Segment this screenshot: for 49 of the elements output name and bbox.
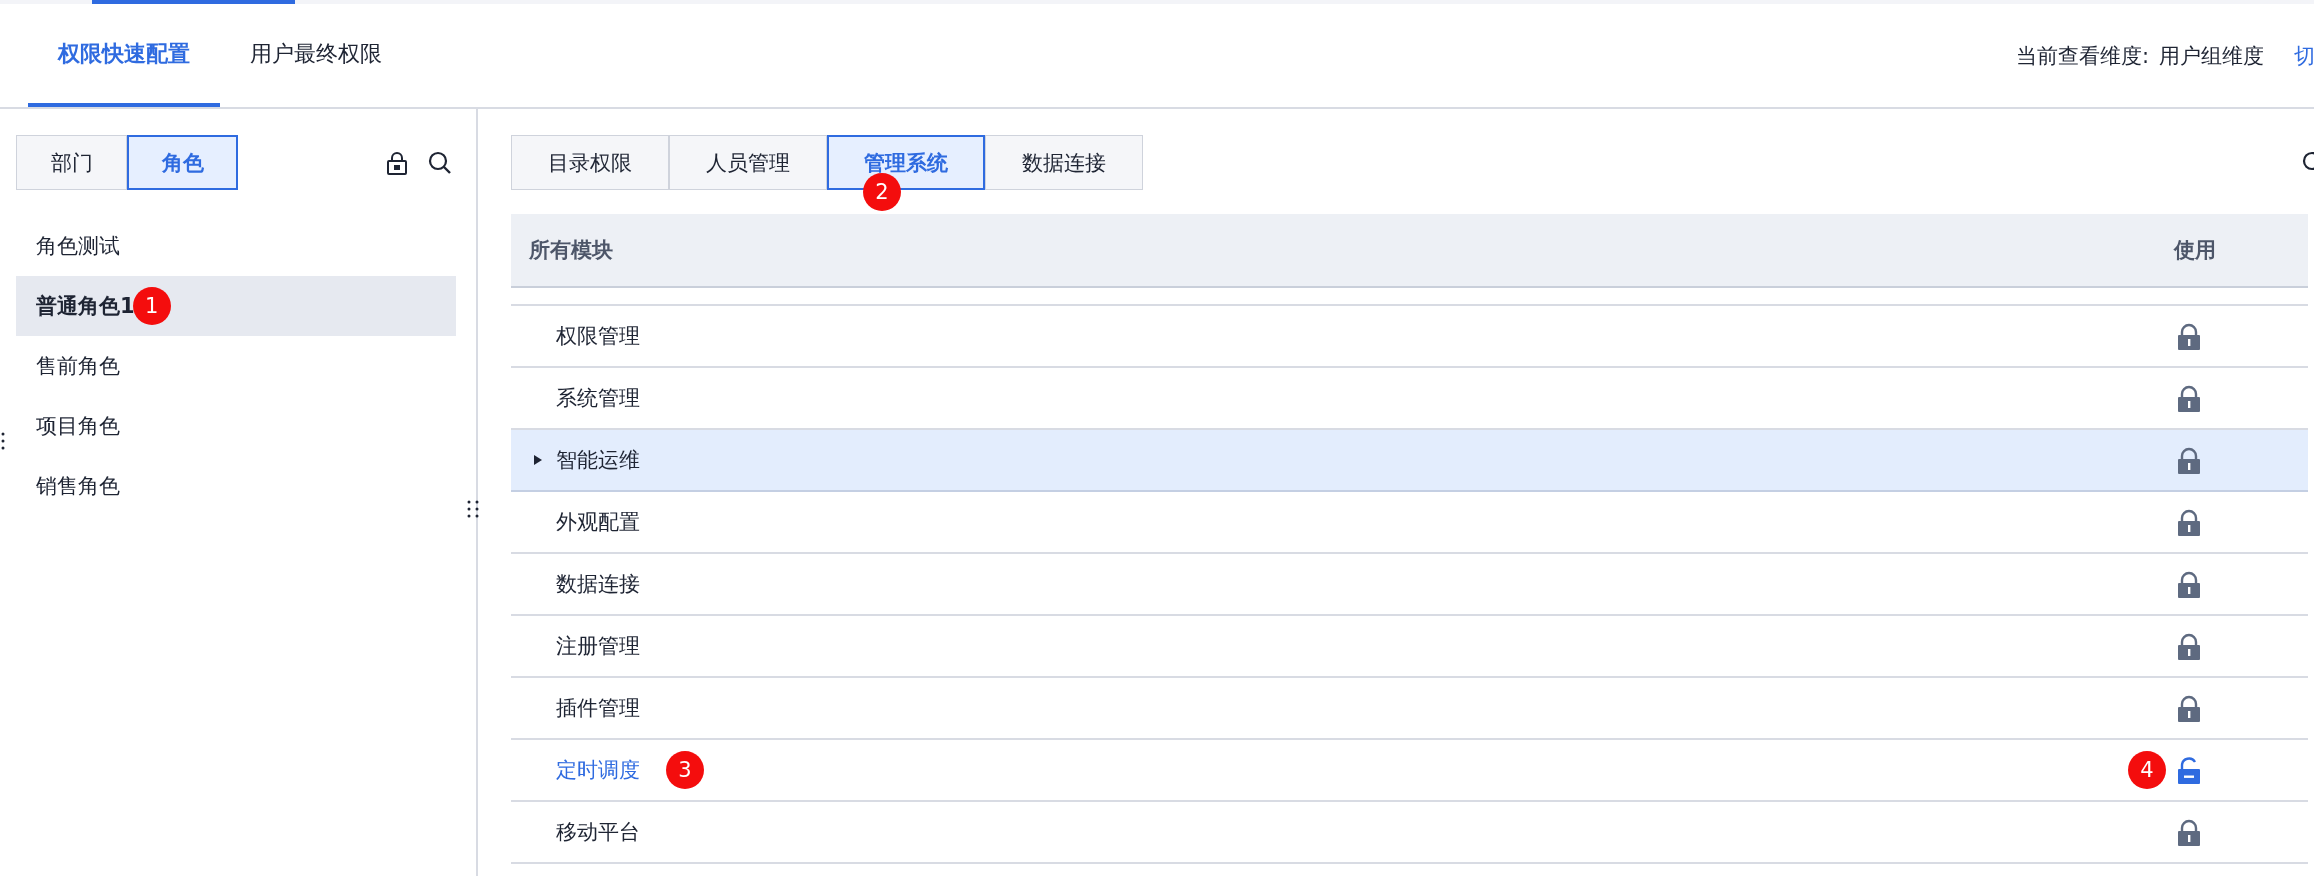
table-row[interactable]: 插件管理 [511,678,2308,740]
role-item[interactable]: 项目角色 [16,396,456,456]
drag-handle-icon[interactable] [0,431,6,451]
role-name: 销售角色 [36,473,120,500]
tab[interactable]: 目录权限 [511,135,669,190]
module-name: 系统管理 [556,385,640,412]
module-name: 移动平台 [556,819,640,846]
table-row[interactable]: 外观配置 [511,492,2308,554]
column-header: 使用 [2174,237,2216,264]
module-name: 权限管理 [556,323,640,350]
module-name: 注册管理 [556,633,640,660]
table-row[interactable]: 移动平台 [511,802,2308,864]
table-row[interactable]: 数据连接 [511,554,2308,616]
step-badge: 4 [2128,751,2166,789]
segment-button[interactable]: 部门 [16,135,127,190]
module-name: 插件管理 [556,695,640,722]
module-name: 定时调度 [556,757,640,784]
drag-handle-icon[interactable] [466,499,480,519]
switch-link[interactable]: 切 [2294,41,2314,70]
tab[interactable]: 用户最终权限 [220,4,412,107]
tab[interactable]: 人员管理 [669,135,827,190]
dimension-value: 用户组维度 [2159,42,2264,70]
role-name: 项目角色 [36,413,120,440]
role-name: 售前角色 [36,353,120,380]
table-row[interactable]: 注册管理 [511,616,2308,678]
column-header: 所有模块 [529,237,613,264]
table-row[interactable]: 定时调度 3 4 [511,740,2308,802]
module-name: 外观配置 [556,509,640,536]
table-row[interactable]: 智能运维 [511,430,2308,492]
role-name: 普通角色1 [36,293,135,320]
tab[interactable]: 权限快速配置 [28,4,220,107]
dimension-label: 当前查看维度: [2015,42,2149,70]
module-name: 数据连接 [556,571,640,598]
table-row[interactable]: 权限管理 [511,306,2308,368]
expand-arrow-icon[interactable] [533,454,543,466]
role-item[interactable]: 售前角色 [16,336,456,396]
role-item[interactable]: 普通角色1 1 [16,276,456,336]
role-item[interactable]: 角色测试 [16,216,456,276]
search-icon[interactable] [428,150,452,175]
step-badge: 3 [666,751,704,789]
step-badge: 2 [863,173,901,211]
tab[interactable]: 数据连接 [985,135,1143,190]
role-item[interactable]: 销售角色 [16,456,456,516]
module-name: 智能运维 [556,447,640,474]
role-name: 角色测试 [36,233,120,260]
segment-button[interactable]: 角色 [127,135,238,190]
lock-icon[interactable] [386,150,408,175]
unlocked-icon[interactable] [2178,756,2200,784]
step-badge: 1 [132,287,171,325]
